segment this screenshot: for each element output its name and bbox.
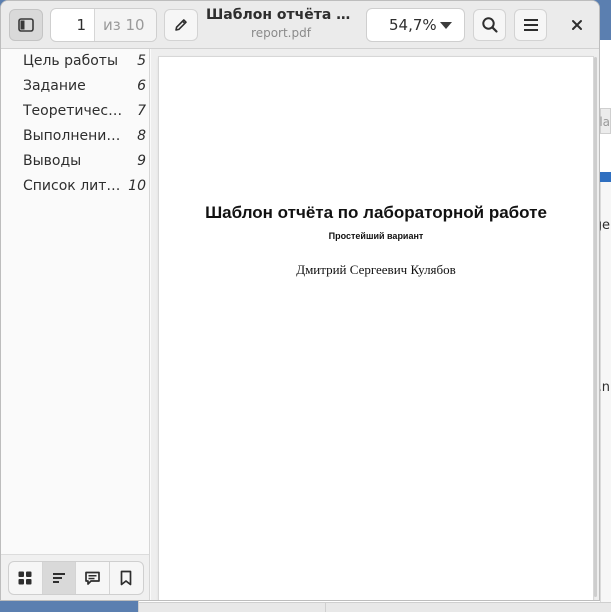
document-subtitle: Простейший вариант bbox=[328, 231, 424, 241]
vertical-scrollbar[interactable] bbox=[594, 57, 597, 597]
outline-item[interactable]: Выполнение лабораторной работы 8 bbox=[1, 125, 150, 149]
outline-view-button[interactable] bbox=[42, 562, 76, 594]
outline-item-page: 10 bbox=[128, 178, 146, 194]
comment-icon bbox=[84, 570, 101, 586]
annotations-view-button[interactable] bbox=[76, 562, 110, 594]
sidebar-show-icon bbox=[18, 18, 34, 32]
outline-item-page: 9 bbox=[137, 153, 146, 169]
outline-item-label: Список литературы bbox=[23, 178, 123, 194]
background-peek-text: la bbox=[599, 115, 610, 129]
annotate-button[interactable] bbox=[164, 9, 198, 41]
sidebar-outline: Цель работы 5 Задание 6 Теоретическое вв… bbox=[1, 49, 150, 600]
bookmarks-view-button[interactable] bbox=[110, 562, 143, 594]
hamburger-menu-icon bbox=[523, 18, 539, 32]
header-bar: 1 из 10 Шаблон отчёта по лабораторной ра… bbox=[1, 1, 599, 49]
background-accent-strip bbox=[600, 172, 611, 182]
outline-item-label: Цель работы bbox=[23, 53, 119, 69]
search-button[interactable] bbox=[473, 9, 506, 41]
outline-item-page: 8 bbox=[137, 128, 146, 144]
pencil-icon bbox=[173, 17, 189, 33]
page-total-label: из 10 bbox=[95, 9, 156, 41]
outline-item-label: Выводы bbox=[23, 153, 82, 169]
outline-item[interactable]: Задание 6 bbox=[1, 75, 150, 99]
page-number-field[interactable]: 1 из 10 bbox=[50, 8, 157, 42]
zoom-level: 54,7% bbox=[389, 16, 437, 34]
outline-item[interactable]: Теоретическое введение 7 bbox=[1, 100, 150, 124]
document-viewer-window: 1 из 10 Шаблон отчёта по лабораторной ра… bbox=[0, 0, 600, 601]
outline-item-page: 5 bbox=[137, 53, 146, 69]
outline-item-label: Теоретическое введение bbox=[23, 103, 123, 119]
window-title: Шаблон отчёта по лабораторной работе bbox=[206, 7, 356, 23]
search-icon bbox=[481, 16, 499, 34]
page-current-input[interactable]: 1 bbox=[51, 9, 95, 41]
document-author: Дмитрий Сергеевич Кулябов bbox=[296, 262, 456, 277]
outline-item-page: 6 bbox=[137, 78, 146, 94]
pan-down-icon bbox=[440, 22, 452, 29]
view-grid-icon bbox=[17, 570, 33, 586]
background-status-bar bbox=[139, 602, 611, 612]
window-close-icon bbox=[571, 19, 583, 31]
outline-item-page: 7 bbox=[137, 103, 146, 119]
zoom-dropdown[interactable]: 54,7% bbox=[366, 8, 465, 42]
outline-icon bbox=[51, 570, 67, 586]
document-view[interactable]: Шаблон отчёта по лабораторной работе Про… bbox=[151, 49, 599, 600]
outline-item[interactable]: Список литературы 10 bbox=[1, 175, 150, 199]
background-panel-edge bbox=[600, 182, 611, 612]
outline-item-label: Задание bbox=[23, 78, 86, 94]
window-subtitle: report.pdf bbox=[251, 26, 311, 40]
outline-item-label: Выполнение лабораторной работы bbox=[23, 128, 123, 144]
sidebar-toggle-button[interactable] bbox=[9, 9, 43, 41]
window-title-block: Шаблон отчёта по лабораторной работе rep… bbox=[206, 7, 356, 40]
close-button[interactable] bbox=[563, 9, 591, 41]
bookmark-icon bbox=[119, 570, 133, 586]
document-title: Шаблон отчёта по лабораторной работе bbox=[205, 203, 547, 222]
outline-item[interactable]: Выводы 9 bbox=[1, 150, 150, 174]
document-page: Шаблон отчёта по лабораторной работе Про… bbox=[159, 57, 593, 600]
sidebar-view-stack bbox=[8, 561, 144, 595]
main-menu-button[interactable] bbox=[514, 9, 547, 41]
outline-item[interactable]: Цель работы 5 bbox=[1, 50, 150, 74]
sidebar-view-switcher bbox=[1, 554, 149, 600]
thumbnails-view-button[interactable] bbox=[9, 562, 43, 594]
